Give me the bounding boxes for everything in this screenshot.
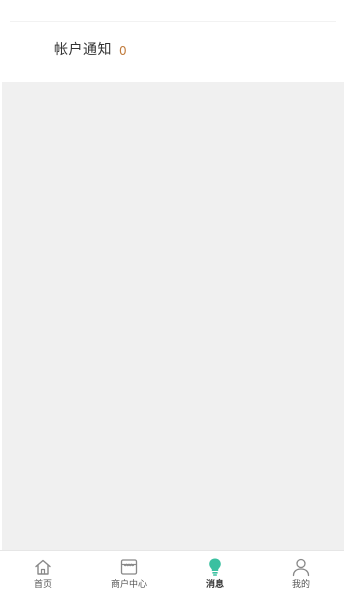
account-notice-row[interactable]: 帐户通知 0 bbox=[0, 22, 344, 82]
bulb-icon bbox=[209, 558, 221, 576]
tab-mine[interactable]: 我的 bbox=[258, 551, 344, 594]
account-notice-label: 帐户通知 bbox=[54, 42, 112, 58]
tab-messages-label: 消息 bbox=[205, 580, 224, 590]
tab-mine-label: 我的 bbox=[291, 580, 310, 590]
tab-merchant-center-label: 商户中心 bbox=[110, 580, 147, 590]
tab-messages[interactable]: 消息 bbox=[172, 551, 258, 594]
store-icon bbox=[120, 559, 138, 575]
account-notice-count: 0 bbox=[119, 44, 127, 58]
bottom-strip bbox=[0, 594, 344, 600]
user-icon bbox=[292, 558, 310, 577]
page: 帐户通知 0 首页 商户中心 消息 我的 bbox=[0, 0, 360, 600]
message-list-area bbox=[2, 82, 344, 550]
bottom-tabbar: 首页 商户中心 消息 我的 bbox=[0, 550, 344, 594]
tab-home[interactable]: 首页 bbox=[0, 551, 86, 594]
tab-merchant-center[interactable]: 商户中心 bbox=[86, 551, 172, 594]
home-icon bbox=[35, 559, 51, 575]
tab-home-label: 首页 bbox=[33, 580, 52, 590]
